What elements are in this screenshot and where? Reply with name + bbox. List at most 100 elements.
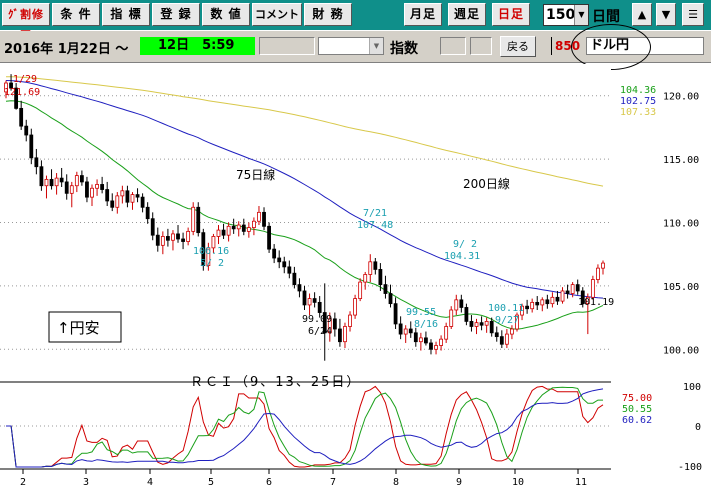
register-button[interactable]: 登 録 <box>152 3 200 26</box>
candle-body <box>262 211 266 227</box>
condition-button[interactable]: 条 件 <box>52 3 100 26</box>
candle-body <box>358 281 363 299</box>
menu-icon[interactable]: ☰ <box>682 3 704 26</box>
index-combo[interactable]: ▼ <box>318 37 384 55</box>
y-tick-label: 115.00 <box>663 155 699 166</box>
back-button[interactable]: 戻る <box>500 36 536 57</box>
rci-tick-label: 100 <box>683 382 701 393</box>
daily-button[interactable]: 日足 <box>492 3 530 26</box>
candle-body <box>74 175 79 187</box>
candle-body <box>241 224 246 232</box>
candle-body <box>90 187 94 198</box>
candle-body <box>302 290 307 306</box>
candle-body <box>115 195 120 208</box>
candle-body <box>287 266 292 274</box>
annotation-value: 99.09 <box>302 314 332 325</box>
candle-body <box>85 181 89 198</box>
annotation-date: 7/21 <box>363 208 387 219</box>
candle-body <box>353 298 357 316</box>
candle-body <box>155 234 160 246</box>
candle-body <box>368 261 373 275</box>
annotation-value: 107.48 <box>357 220 393 231</box>
candle-body <box>550 296 555 305</box>
candle-body <box>454 299 459 311</box>
candle-body <box>252 220 256 228</box>
x-tick-label: 8 <box>393 477 399 488</box>
annotation-date: 6/24 <box>308 326 332 337</box>
note-text: ↑円安 <box>57 319 100 337</box>
candle-body <box>575 284 580 292</box>
candle-body <box>95 184 99 189</box>
annotation-date: 9/ 2 <box>453 239 477 250</box>
triangle-up-icon[interactable]: ▲ <box>632 3 652 26</box>
index-field-2 <box>470 37 492 55</box>
candle-body <box>54 177 59 187</box>
candle-body <box>297 284 302 292</box>
candle-body <box>19 107 24 127</box>
candle-body <box>216 229 221 237</box>
annotation-date: 9/27 <box>495 315 519 326</box>
candle-body <box>140 196 145 208</box>
candle-body <box>540 299 545 306</box>
candle-body <box>434 345 438 350</box>
candle-body <box>317 301 322 313</box>
candle-body <box>312 298 317 303</box>
candle-body <box>69 185 74 194</box>
candle-body <box>145 206 150 220</box>
candle-body <box>29 134 34 159</box>
candle-body <box>343 326 347 343</box>
monthly-button[interactable]: 月足 <box>404 3 442 26</box>
triangle-down-icon[interactable]: ▼ <box>656 3 676 26</box>
values-button[interactable]: 数 値 <box>202 3 250 26</box>
candle-body <box>100 184 105 190</box>
candle-body <box>596 267 600 280</box>
ma75-label: 75日線 <box>236 167 275 182</box>
candle-body <box>499 336 504 345</box>
candle-body <box>590 279 595 298</box>
rci-line <box>6 388 604 468</box>
candle-body <box>49 178 54 187</box>
candle-body <box>282 261 287 268</box>
x-tick-label: 7 <box>330 477 336 488</box>
candle-body <box>39 166 44 187</box>
candle-body <box>459 299 464 308</box>
annotation-value: 99.55 <box>406 307 436 318</box>
financial-button[interactable]: 財 務 <box>304 3 352 26</box>
candle-body <box>160 236 165 246</box>
candle-body <box>504 333 509 345</box>
candle-body <box>181 238 185 242</box>
rci-title: ＲＣＩ（9、13、25日） <box>190 375 361 390</box>
candle-body <box>165 236 170 241</box>
period-select[interactable]: 150 ▼ <box>543 4 589 26</box>
y-tick-label: 100.00 <box>663 345 699 356</box>
candle-body <box>186 230 191 242</box>
candle-body <box>231 225 236 230</box>
candle-body <box>196 206 201 234</box>
x-tick-label: 9 <box>456 477 462 488</box>
candle-body <box>130 194 135 203</box>
indicator-button[interactable]: 指 標 <box>102 3 150 26</box>
annotation-value: 101.19 <box>578 297 614 308</box>
comment-button[interactable]: コメント <box>252 3 302 26</box>
candle-body <box>338 328 342 343</box>
candle-body <box>413 332 418 343</box>
candle-body <box>125 190 130 203</box>
rci-legend-value: 50.55 <box>622 404 652 415</box>
ma-legend-value: 102.75 <box>620 96 656 107</box>
candle-body <box>545 299 550 305</box>
candle-body <box>24 125 29 136</box>
candle-body <box>307 298 312 306</box>
ma-legend-value: 104.36 <box>620 85 656 96</box>
candle-body <box>226 225 231 236</box>
candle-body <box>373 261 378 270</box>
candle-body <box>150 218 155 236</box>
candle-body <box>484 321 489 326</box>
candle-body <box>449 309 454 327</box>
weekly-button[interactable]: 週足 <box>448 3 486 26</box>
x-tick-label: 2 <box>20 477 26 488</box>
split-adjust-button[interactable]: ｸﾞ割修正 <box>2 3 50 42</box>
y-tick-label: 110.00 <box>663 219 699 230</box>
candle-body <box>601 262 605 269</box>
candle-body <box>489 321 494 334</box>
candle-body <box>570 284 575 294</box>
